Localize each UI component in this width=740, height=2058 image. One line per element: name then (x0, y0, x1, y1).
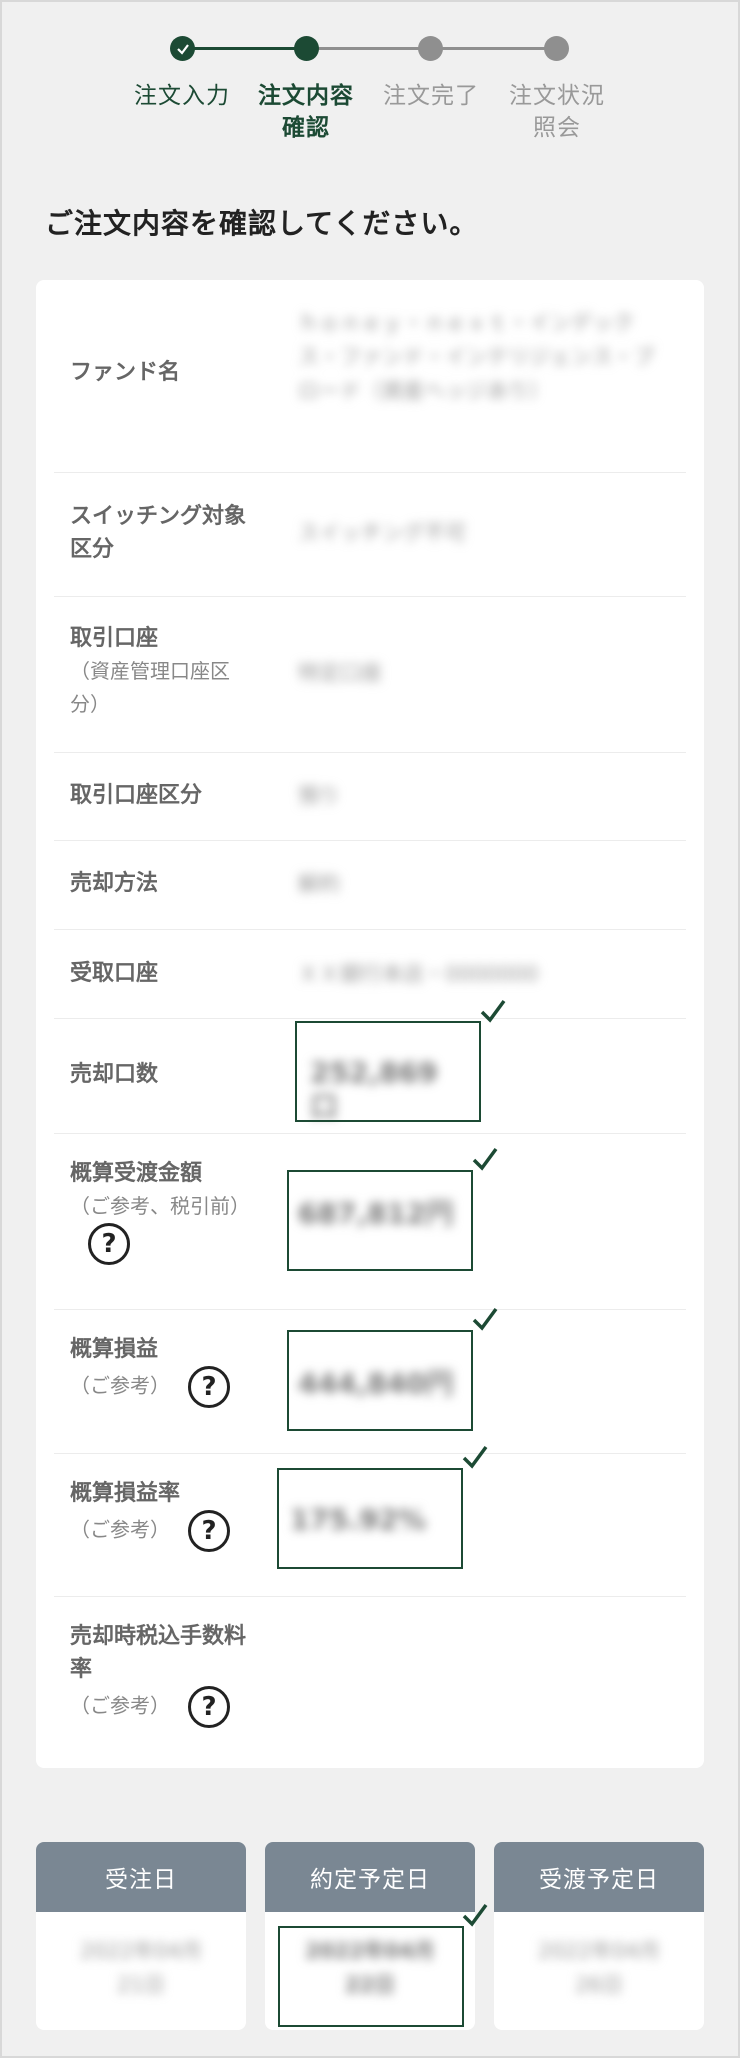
receive-account-value: ＸＸ銀行本店・0000000 (298, 962, 539, 986)
profit-sublabel-text: （ご参考） (70, 1373, 170, 1398)
check-icon (176, 43, 189, 55)
highlight-box-profit-rate (277, 1468, 463, 1569)
help-icon[interactable]: ? (188, 1366, 230, 1408)
check-mark-icon (462, 1903, 488, 1927)
row-account-type: 取引口座区分 預り (54, 752, 686, 841)
fund-name-value: ｈｏｎｅｙ・ｎｅｘｔ・インデックス・ファンド・インテリジェンス・ブロード（資産ヘ… (298, 311, 655, 403)
sell-method-label: 売却方法 (70, 871, 159, 896)
sell-method-value: 解約 (298, 872, 340, 896)
delivery-amount-label-text: 概算受渡金額 (70, 1161, 203, 1186)
delivery-amount-sublabel-text: （ご参考、税引前） (70, 1194, 250, 1218)
row-fee-rate: 売却時税込手数料率 （ご参考）? (54, 1596, 686, 1768)
sell-units-label: 売却口数 (70, 1062, 159, 1087)
highlight-box-sell-units (295, 1021, 481, 1122)
delivery-amount-label: 概算受渡金額 （ご参考、税引前）? (70, 1157, 250, 1265)
profit-rate-label-text: 概算損益率 (70, 1481, 181, 1506)
row-account: 取引口座 （資産管理口座区分） 特定口座 (54, 596, 686, 753)
fee-rate-label: 売却時税込手数料率 （ご参考）? (70, 1620, 255, 1728)
order-date-box: 受注日 2022年04月21日 (36, 1842, 246, 2030)
switching-value: スイッチング不可 (298, 521, 466, 545)
help-icon[interactable]: ? (188, 1686, 230, 1728)
step-2-current-dot (294, 36, 319, 61)
receive-account-label: 受取口座 (70, 961, 159, 986)
order-date-value: 2022年04月21日 (79, 1939, 203, 1997)
row-sell-method: 売却方法 解約 (54, 840, 686, 930)
contract-date-label: 約定予定日 (265, 1842, 475, 1912)
step-2-label-text: 注文内容確認 (258, 83, 354, 141)
switching-label: スイッチング対象区分 (70, 504, 247, 562)
account-type-label: 取引口座区分 (70, 783, 203, 808)
row-switching: スイッチング対象区分 スイッチング不可 (54, 472, 686, 597)
profit-rate-label: 概算損益率 （ご参考）? (70, 1477, 290, 1552)
step-connector-2 (307, 47, 431, 50)
help-icon[interactable]: ? (188, 1510, 230, 1552)
profit-rate-sublabel-text: （ご参考） (70, 1517, 170, 1542)
profit-rate-sublabel: （ご参考）? (70, 1510, 290, 1552)
fee-rate-sublabel-text: （ご参考） (70, 1693, 170, 1718)
check-mark-icon (480, 999, 506, 1023)
order-date-label: 受注日 (36, 1842, 246, 1912)
highlight-box-delivery-amount (287, 1170, 473, 1271)
step-connector-3 (431, 47, 557, 50)
highlight-box-contract-date (278, 1926, 464, 2027)
step-3-dot (418, 36, 443, 61)
account-value: 特定口座 (298, 661, 382, 685)
check-mark-icon (472, 1147, 498, 1171)
progress-stepper: 注文入力 注文内容確認 注文完了 注文状況照会 (0, 0, 740, 160)
step-4-label-text: 注文状況照会 (509, 83, 605, 141)
row-receive-account: 受取口座 ＸＸ銀行本店・0000000 (54, 929, 686, 1019)
check-mark-icon (472, 1307, 498, 1331)
delivery-amount-sublabel: （ご参考、税引前）? (70, 1190, 250, 1265)
step-connector-1 (183, 47, 307, 50)
row-fund-name: ファンド名 ｈｏｎｅｙ・ｎｅｘｔ・インデックス・ファンド・インテリジェンス・ブロ… (54, 280, 686, 473)
fee-rate-label-text: 売却時税込手数料率 (70, 1624, 247, 1682)
step-1-done-dot (170, 36, 195, 61)
account-label: 取引口座 （資産管理口座区分） (70, 622, 250, 721)
delivery-date-box: 受渡予定日 2022年04月26日 (494, 1842, 704, 2030)
profit-label-text: 概算損益 (70, 1337, 159, 1362)
step-2-label: 注文内容確認 (241, 80, 371, 144)
fee-rate-sublabel: （ご参考）? (70, 1686, 255, 1728)
step-3-label: 注文完了 (383, 83, 479, 109)
account-type-value: 預り (298, 784, 340, 808)
delivery-date-label: 受渡予定日 (494, 1842, 704, 1912)
account-label-text: 取引口座 (70, 626, 159, 651)
profit-sublabel: （ご参考）? (70, 1366, 290, 1408)
step-4-label: 注文状況照会 (492, 80, 622, 144)
fund-name-label: ファンド名 (70, 360, 181, 385)
highlight-box-profit (287, 1330, 473, 1431)
page-heading: ご注文内容を確認してください。 (45, 207, 479, 240)
step-4-dot (544, 36, 569, 61)
help-icon[interactable]: ? (88, 1223, 130, 1265)
account-sublabel: （資産管理口座区分） (70, 659, 230, 716)
check-mark-icon (462, 1445, 488, 1469)
profit-label: 概算損益 （ご参考）? (70, 1333, 290, 1408)
step-1-label: 注文入力 (134, 83, 230, 109)
delivery-date-value: 2022年04月26日 (537, 1939, 661, 1997)
